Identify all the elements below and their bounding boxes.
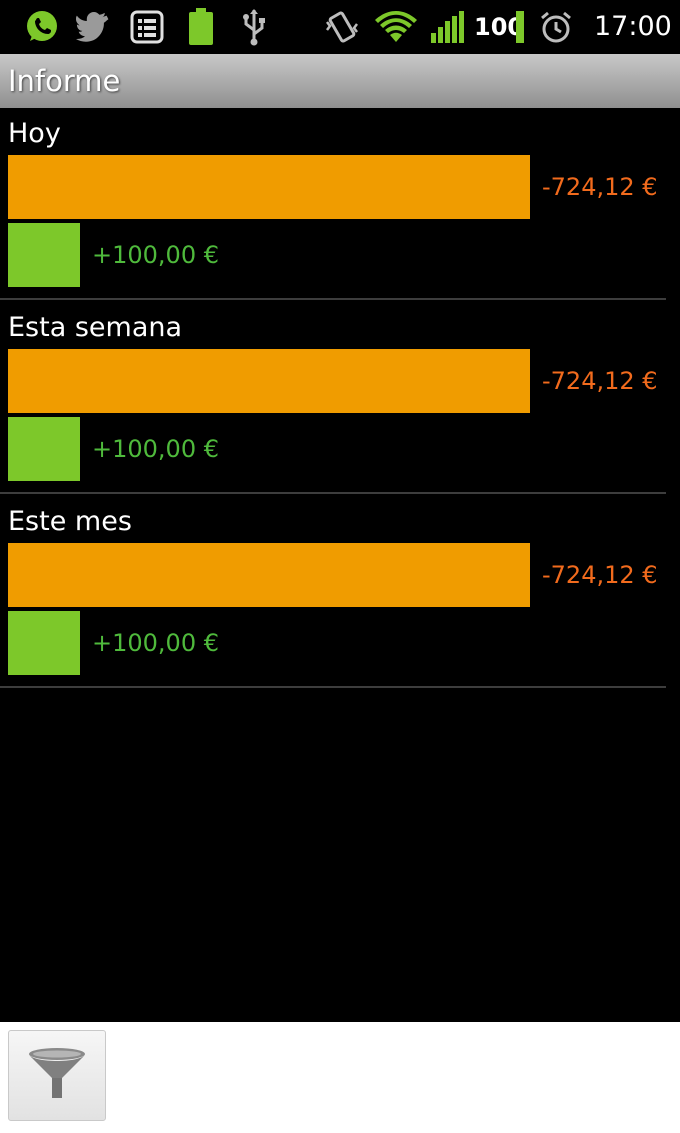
bottom-toolbar [0,1022,680,1133]
filter-icon [26,1046,88,1106]
income-bar [8,417,80,481]
alarm-icon [538,0,574,54]
income-value: +100,00 € [92,241,219,269]
section-title: Este mes [8,506,132,537]
usb-icon [236,0,272,54]
expense-value: -724,12 € [542,367,658,395]
report-section-today[interactable]: Hoy -724,12 € +100,00 € [0,108,680,302]
expense-value: -724,12 € [542,173,658,201]
report-section-week[interactable]: Esta semana -724,12 € +100,00 € [0,302,680,496]
section-title: Esta semana [8,312,183,343]
expense-value: -724,12 € [542,561,658,589]
battery-level-bar [515,0,525,54]
clock: 17:00 [594,11,672,42]
filter-button[interactable] [8,1030,106,1121]
divider [0,686,666,688]
twitter-icon [74,0,114,54]
battery-icon [183,0,219,54]
expense-bar [8,543,530,607]
income-bar [8,223,80,287]
tasks-icon [127,0,167,54]
title-bar: Informe [0,54,680,108]
page-title: Informe [8,64,121,98]
divider [0,492,666,494]
expense-bar [8,349,530,413]
report-section-month[interactable]: Este mes -724,12 € +100,00 € [0,496,680,690]
wifi-icon [374,0,418,54]
income-bar [8,611,80,675]
section-title: Hoy [8,118,61,149]
divider [0,298,666,300]
vibrate-icon [322,0,362,54]
status-bar: 100 17:00 [0,0,680,54]
income-value: +100,00 € [92,435,219,463]
expense-bar [8,155,530,219]
signal-icon [428,0,468,54]
income-value: +100,00 € [92,629,219,657]
whatsapp-icon [22,0,62,54]
